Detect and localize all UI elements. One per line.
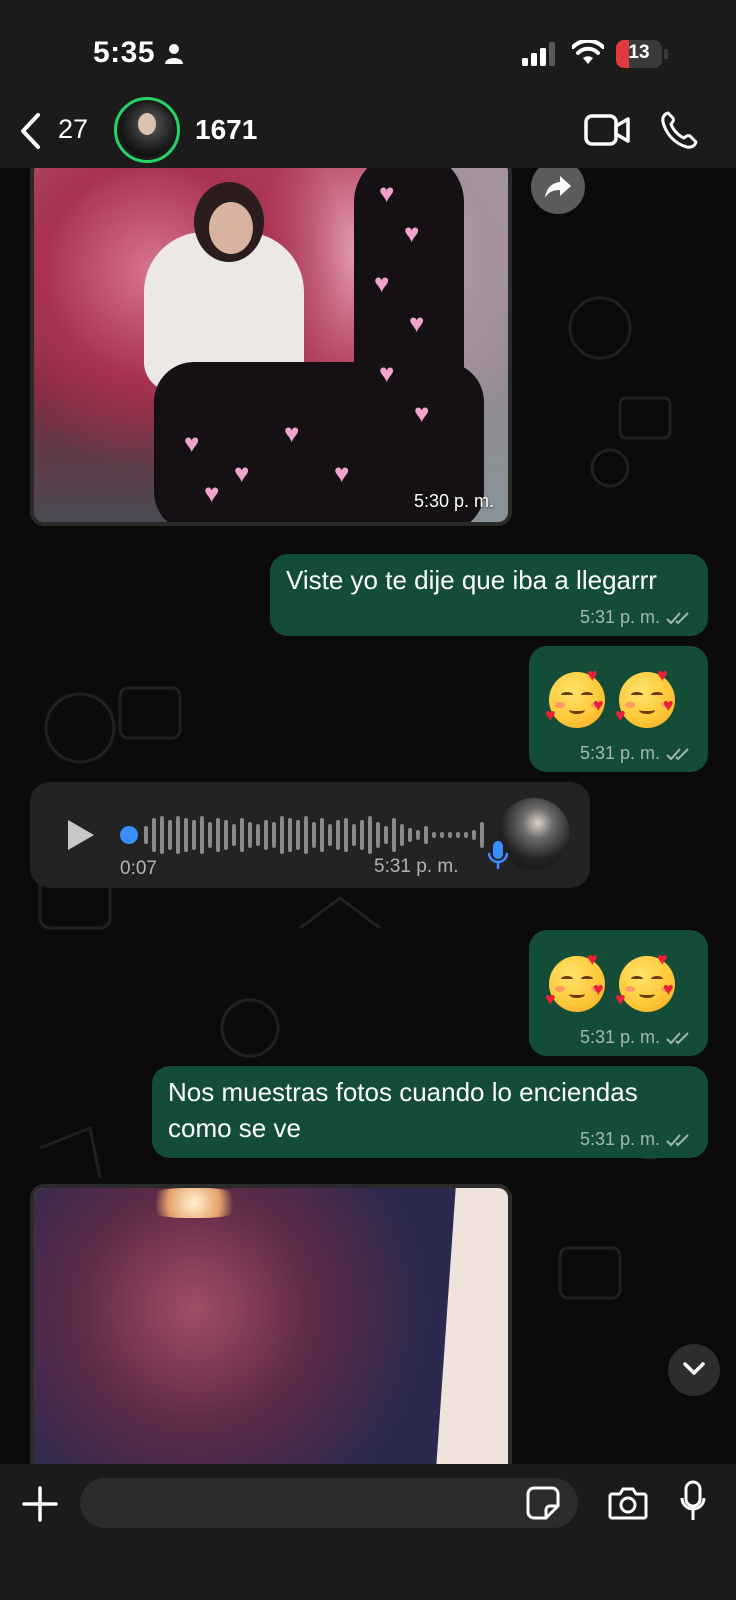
emoji-message: ♥ ♥ ♥ ♥ ♥ ♥ <box>545 942 690 1013</box>
battery-level: 13 <box>628 42 650 63</box>
outgoing-message[interactable]: Viste yo te dije que iba a llegarrr 5:31… <box>270 554 708 636</box>
message-timestamp: 5:30 p. m. <box>413 491 494 511</box>
contact-avatar[interactable] <box>114 97 180 163</box>
camera-icon[interactable] <box>608 1486 648 1520</box>
unread-count[interactable]: 27 <box>58 114 88 145</box>
sticker-icon[interactable] <box>526 1486 560 1520</box>
image-message[interactable] <box>30 1184 512 1464</box>
forward-icon <box>545 176 571 198</box>
chat-area[interactable]: ♥ ♥ ♥ ♥ ♥ ♥ ♥ ♥ ♥ ♥ ♥ 5:30 p. m. Viste y… <box>0 168 736 1464</box>
playback-scrubber[interactable] <box>120 826 138 844</box>
scroll-to-bottom-button[interactable] <box>668 1344 720 1396</box>
back-chevron-icon[interactable] <box>18 112 44 150</box>
wifi-icon <box>572 40 604 64</box>
contact-name[interactable]: 1671 <box>195 114 257 146</box>
smiling-face-with-hearts-icon: ♥ ♥ ♥ <box>615 950 679 1013</box>
message-timestamp: 5:31 p. m. <box>579 1129 660 1149</box>
person-icon <box>165 44 183 64</box>
signal-icon <box>522 42 555 66</box>
smiling-face-with-hearts-icon: ♥ ♥ ♥ <box>615 666 679 729</box>
mic-icon <box>488 841 508 869</box>
chat-header: 5:35 13 27 1671 <box>0 0 736 168</box>
voice-duration: 0:07 <box>120 858 157 879</box>
voice-message[interactable]: 0:07 5:31 p. m. <box>30 782 590 888</box>
outgoing-message[interactable]: Nos muestras fotos cuando lo enciendas c… <box>152 1066 708 1158</box>
sender-avatar <box>498 798 570 870</box>
mic-icon[interactable] <box>680 1480 706 1522</box>
double-check-icon <box>666 747 689 760</box>
smiling-face-with-hearts-icon: ♥ ♥ ♥ <box>545 666 609 729</box>
double-check-icon <box>666 611 689 624</box>
composer-bar <box>0 1464 736 1600</box>
chevron-down-icon <box>683 1362 705 1375</box>
video-call-icon[interactable] <box>584 112 630 148</box>
status-time: 5:35 <box>93 36 156 69</box>
double-check-icon <box>666 1133 689 1146</box>
message-timestamp: 5:31 p. m. <box>374 856 459 877</box>
battery-indicator: 13 <box>616 40 668 68</box>
play-icon[interactable] <box>66 818 96 852</box>
emoji-message: ♥ ♥ ♥ ♥ ♥ ♥ <box>545 658 690 729</box>
outgoing-message[interactable]: ♥ ♥ ♥ ♥ ♥ ♥ 5:31 p. m. <box>529 646 708 772</box>
plus-icon[interactable] <box>22 1486 58 1522</box>
double-check-icon <box>666 1031 689 1044</box>
message-timestamp: 5:31 p. m. <box>579 743 660 763</box>
outgoing-message[interactable]: ♥ ♥ ♥ ♥ ♥ ♥ 5:31 p. m. <box>529 930 708 1056</box>
smiling-face-with-hearts-icon: ♥ ♥ ♥ <box>545 950 609 1013</box>
image-message[interactable]: ♥ ♥ ♥ ♥ ♥ ♥ ♥ ♥ ♥ ♥ ♥ 5:30 p. m. <box>30 168 512 526</box>
message-text: Viste yo te dije que iba a llegarrr <box>286 565 657 595</box>
message-input[interactable] <box>80 1478 578 1528</box>
message-timestamp: 5:31 p. m. <box>579 1027 660 1047</box>
phone-icon[interactable] <box>660 110 698 150</box>
message-timestamp: 5:31 p. m. <box>579 607 660 627</box>
waveform[interactable] <box>142 812 494 858</box>
